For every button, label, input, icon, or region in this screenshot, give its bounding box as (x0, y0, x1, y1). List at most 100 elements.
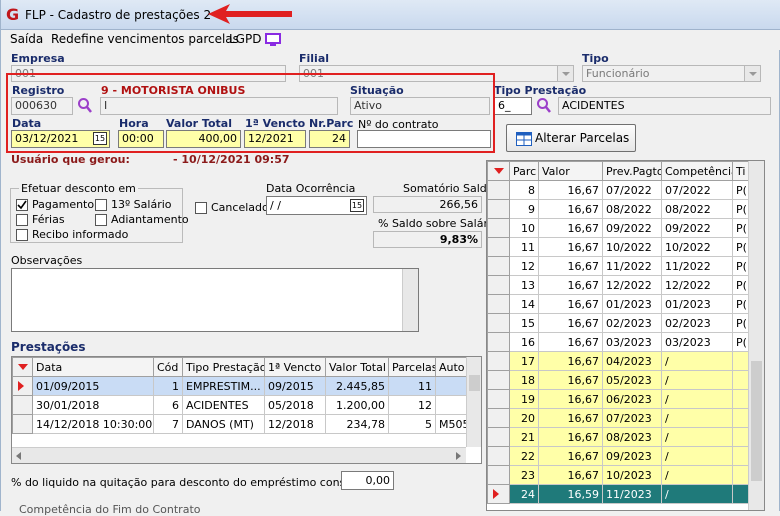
calendar-icon[interactable]: 15 (350, 199, 364, 212)
table-row[interactable]: 11 16,67 10/2022 10/2022 P( (487, 237, 749, 257)
tipo-prestacao-code-field[interactable]: 6_ (494, 97, 532, 115)
usuario-value: - 10/12/2021 09:57 (173, 153, 290, 166)
cell: DANOS (MT) (182, 414, 265, 434)
cell: 20 (509, 408, 539, 428)
cell: 6 (153, 395, 183, 415)
usuario-label: Usuário que gerou: (11, 153, 130, 166)
row-indicator (487, 256, 510, 276)
col-header[interactable]: Competência (661, 161, 733, 181)
col-header[interactable]: Valor (538, 161, 603, 181)
search-icon[interactable] (536, 97, 552, 114)
table-row[interactable]: 17 16,67 04/2023/ (487, 351, 749, 371)
table-row[interactable]: 30/01/2018 6 ACIDENTES 05/2018 1.200,00 … (12, 395, 467, 415)
cell: 08/2022 (602, 199, 662, 219)
cell: P( (732, 237, 749, 257)
menu-lgpd[interactable]: LGPD (229, 32, 261, 46)
cell: ACIDENTES (182, 395, 265, 415)
cell: 01/09/2015 (32, 376, 154, 396)
menu-redefine[interactable]: Redefine vencimentos parcelas (51, 32, 239, 46)
scroll-left-icon[interactable] (16, 452, 21, 460)
cell: 09/2015 (264, 376, 326, 396)
observacoes-scrollbar[interactable] (402, 269, 418, 331)
parcelas-vscroll[interactable] (748, 161, 764, 510)
table-row[interactable]: 24 16,59 11/2023/ (487, 484, 749, 504)
adiantamento-checkbox[interactable] (95, 214, 107, 226)
scroll-right-icon[interactable] (456, 452, 461, 460)
table-row[interactable]: 14 16,67 01/2023 01/2023 P( (487, 294, 749, 314)
row-indicator (487, 294, 510, 314)
cell: / (661, 465, 733, 485)
col-header[interactable]: Parcelas (388, 357, 436, 377)
menu-exit[interactable]: Saída (10, 32, 43, 46)
monitor-icon[interactable] (265, 33, 281, 46)
col-header[interactable]: Cód (153, 357, 183, 377)
sort-icon[interactable] (12, 357, 33, 377)
table-row[interactable]: 18 16,67 05/2023/ (487, 370, 749, 390)
cell: 16,67 (538, 408, 603, 428)
tipo-select[interactable]: Funcionário (582, 65, 761, 82)
col-header[interactable]: Ti (732, 161, 749, 181)
ferias-checkbox[interactable] (16, 214, 28, 226)
cell: 03/2023 (661, 332, 733, 352)
cell (732, 389, 749, 409)
table-row[interactable]: 13 16,67 12/2022 12/2022 P( (487, 275, 749, 295)
table-row[interactable]: 20 16,67 07/2023/ (487, 408, 749, 428)
table-row[interactable]: 01/09/2015 1 EMPRESTIM... 09/2015 2.445,… (12, 376, 467, 396)
table-row[interactable]: 8 16,67 07/2022 07/2022 P( (487, 180, 749, 200)
parcelas-table: Parc Valor Prev.Pagto Competência Ti 8 16… (487, 161, 749, 504)
scroll-thumb[interactable] (469, 375, 480, 391)
row-indicator (487, 275, 510, 295)
liquido-field[interactable]: 0,00 (341, 471, 394, 490)
col-header[interactable]: Parc (509, 161, 539, 181)
table-row[interactable]: 19 16,67 06/2023/ (487, 389, 749, 409)
filial-dropdown-button[interactable] (557, 65, 574, 82)
cell (732, 446, 749, 466)
cell: 02/2023 (661, 313, 733, 333)
prestacoes-grid[interactable]: Data Cód Tipo Prestação 1ª Vencto Valor … (11, 356, 482, 464)
table-row[interactable]: 16 16,67 03/2023 03/2023 P( (487, 332, 749, 352)
table-row[interactable]: 14/12/2018 10:30:00 7 DANOS (MT) 12/2018… (12, 414, 467, 434)
col-header[interactable]: Prev.Pagto (602, 161, 662, 181)
col-header[interactable]: Auto (435, 357, 467, 377)
cell: 01/2023 (602, 294, 662, 314)
observacoes-textarea[interactable] (11, 268, 419, 332)
cell: 10 (509, 218, 539, 238)
title-bar: G FLP - Cadastro de prestações 2 (1, 0, 780, 30)
table-row[interactable]: 12 16,67 11/2022 11/2022 P( (487, 256, 749, 276)
cell: 16,67 (538, 256, 603, 276)
table-row[interactable]: 10 16,67 09/2022 09/2022 P( (487, 218, 749, 238)
sort-icon[interactable] (487, 161, 510, 181)
cancelado-checkbox[interactable] (195, 202, 207, 214)
decimo-checkbox[interactable] (95, 199, 107, 211)
tipo-dropdown-button[interactable] (744, 65, 761, 82)
prestacoes-vscroll[interactable] (466, 357, 481, 447)
col-header[interactable]: Valor Total (325, 357, 389, 377)
cell: 12/2022 (602, 275, 662, 295)
cell (732, 370, 749, 390)
row-indicator (12, 414, 33, 434)
recibo-checkbox[interactable] (16, 229, 28, 241)
observacoes-label: Observações (11, 254, 83, 267)
alterar-parcelas-button[interactable]: Alterar Parcelas (506, 124, 636, 152)
table-row[interactable]: 15 16,67 02/2023 02/2023 P( (487, 313, 749, 333)
col-header[interactable]: Data (32, 357, 154, 377)
data-ocorrencia-label: Data Ocorrência (266, 182, 356, 195)
cell: / (661, 370, 733, 390)
col-header[interactable]: Tipo Prestação (182, 357, 265, 377)
col-header[interactable]: 1ª Vencto (264, 357, 326, 377)
prestacoes-hscroll[interactable] (12, 447, 466, 463)
table-row[interactable]: 21 16,67 08/2023/ (487, 427, 749, 447)
parcelas-body: 8 16,67 07/2022 07/2022 P(9 16,67 08/2022 08/20… (487, 180, 749, 504)
scroll-thumb[interactable] (751, 361, 762, 481)
alterar-parcelas-label: Alterar Parcelas (535, 131, 630, 145)
tipo-prestacao-desc-field[interactable]: ACIDENTES (558, 97, 771, 115)
parcelas-grid[interactable]: Parc Valor Prev.Pagto Competência Ti 8 16… (486, 160, 765, 511)
cell: P( (732, 313, 749, 333)
cell: P( (732, 199, 749, 219)
app-logo-icon: G (6, 5, 20, 24)
table-row[interactable]: 23 16,67 10/2023/ (487, 465, 749, 485)
pagamento-checkbox[interactable] (16, 199, 28, 211)
highlight-box (6, 73, 495, 153)
table-row[interactable]: 22 16,67 09/2023/ (487, 446, 749, 466)
table-row[interactable]: 9 16,67 08/2022 08/2022 P( (487, 199, 749, 219)
